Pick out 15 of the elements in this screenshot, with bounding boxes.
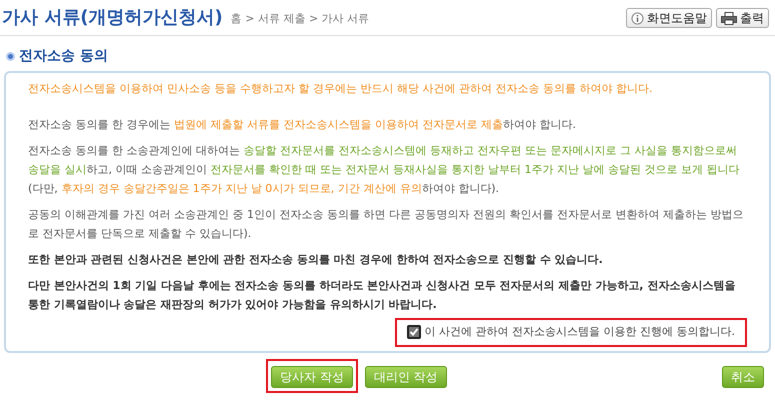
bullet-icon bbox=[6, 52, 15, 61]
paragraph: 다만 본안사건의 1회 기일 다음날 후에는 전자소송 동의를 하더라도 본안사건과 신청사건 모두 전자문서의 제출만 가능하고, 전자소송시스템을 통한 기록열람이나 송달은 재판장의 허가가 있어야 가능함을 유의하시기 바랍니다. bbox=[28, 278, 736, 313]
print-button[interactable]: 출력 bbox=[716, 8, 769, 28]
paragraph: 전자소송시스템을 이용하여 민사소송 등을 수행하고자 할 경우에는 반드시 해당 사건에 관하여 전자소송 동의를 하여야 합니다. bbox=[28, 81, 654, 97]
info-icon bbox=[631, 12, 644, 24]
printer-icon bbox=[721, 12, 737, 24]
section-title: 전자소송 동의 bbox=[19, 47, 108, 66]
paragraph: 또한 본안과 관련된 신청사건은 본안에 관한 전자소송 동의를 마친 경우에 한하여 전자소송으로 진행할 수 있습니다. bbox=[28, 252, 604, 268]
paragraph: 전자소송 동의를 한 경우에는 법원에 제출할 서류를 전자소송시스템을 이용하여 전자문서로 제출하여야 합니다. bbox=[28, 117, 577, 133]
paragraph: 공동의 이해관계를 가진 여러 소송관계인 중 1인이 전자소송 동의를 하면 다른 공동명의자 전원의 확인서를 전자문서로 변환하여 제출하는 방법으로 전자문서를 단독으로 제출할 수 있습니다). bbox=[28, 207, 744, 242]
page-title: 가사 서류(개명허가신청서) bbox=[2, 6, 223, 30]
breadcrumb: 홈 > 서류 제출 > 가사 서류 bbox=[230, 10, 370, 26]
consent-checkbox[interactable]: 이 사건에 관하여 전자소송시스템을 이용한 진행에 동의합니다. bbox=[406, 324, 735, 340]
paragraph: 전자소송 동의를 한 소송관계인에 대하여는 송달할 전자문서를 전자소송시스템에 등재하고 전자우편 또는 문자메시지로 그 사실을 통지함으로써 송달을 실시하고, 이때 소송관계인이 전자문서를 확인한 때 또는 전자문서 등재사실을 통지한 날부터 1주가 지난 날에 송달된 것으로 보게 됩니다 (다만, 후자의 경우 송달간주일은 1주가 지난 날 0시가 되므로, 기간 계산에 유의하여야 합니다). bbox=[28, 143, 740, 197]
help-button[interactable]: 화면도움말 bbox=[626, 8, 712, 28]
